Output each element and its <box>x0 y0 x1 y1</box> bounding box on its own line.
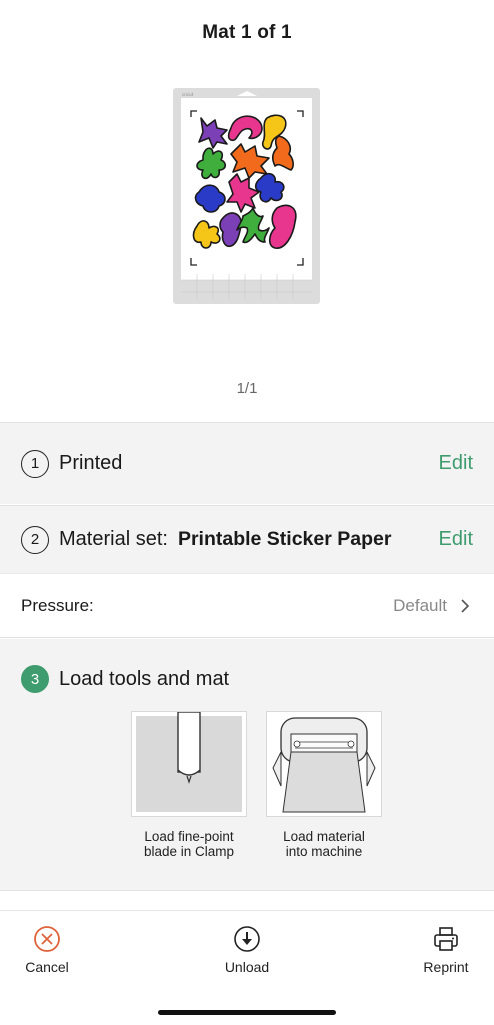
tool-card-blade: Load fine-point blade in Clamp <box>131 711 247 859</box>
reprint-button[interactable]: Reprint <box>406 925 486 975</box>
edit-material-button[interactable]: Edit <box>427 528 473 551</box>
step-printed: 1 Printed Edit <box>0 422 494 504</box>
step-load-tools: 3 Load tools and mat Load fine-point bla… <box>0 639 494 891</box>
step-number-1: 1 <box>21 449 49 478</box>
step-material-label: Material set: <box>59 528 168 550</box>
blade-icon <box>136 712 242 812</box>
machine-caption-line2: into machine <box>285 844 363 859</box>
step-load-label: Load tools and mat <box>59 667 230 690</box>
edit-printed-button[interactable]: Edit <box>427 452 473 475</box>
machine-caption: Load material into machine <box>266 829 382 859</box>
tool-card-machine: Load material into machine <box>266 711 382 859</box>
step-number-2: 2 <box>21 525 49 554</box>
unload-icon <box>234 926 260 952</box>
mat-preview[interactable]: cricut <box>173 88 320 304</box>
unload-label: Unload <box>224 959 270 975</box>
bottom-toolbar: Cancel Unload Reprint <box>0 910 494 1025</box>
unload-button[interactable]: Unload <box>207 925 287 975</box>
mat-page-indicator: 1/1 <box>236 380 258 397</box>
pressure-row[interactable]: Pressure: Default <box>0 573 494 638</box>
machine-icon <box>272 717 376 813</box>
blade-caption: Load fine-point blade in Clamp <box>131 829 247 859</box>
machine-load-image <box>266 711 382 817</box>
step-printed-label: Printed <box>59 452 123 474</box>
reprint-label: Reprint <box>423 959 469 975</box>
cancel-label: Cancel <box>25 959 69 975</box>
home-indicator <box>158 1010 336 1015</box>
blade-clamp-image <box>131 711 247 817</box>
pressure-label: Pressure: <box>21 595 94 615</box>
printer-icon <box>434 927 458 951</box>
pressure-value: Default <box>393 595 447 615</box>
blade-caption-line2: blade in Clamp <box>143 844 235 859</box>
machine-caption-line1: Load material <box>283 829 365 844</box>
step-material: 2 Material set: Printable Sticker Paper … <box>0 505 494 573</box>
cancel-icon <box>34 926 60 952</box>
page-title: Mat 1 of 1 <box>202 22 292 43</box>
cancel-button[interactable]: Cancel <box>7 925 87 975</box>
mat-brand: cricut <box>182 92 194 97</box>
step-number-3: 3 <box>21 665 49 693</box>
step-load-header: 3 Load tools and mat <box>21 665 229 693</box>
blade-caption-line1: Load fine-point <box>144 829 234 844</box>
pressure-value-group: Default <box>393 596 473 616</box>
material-name: Printable Sticker Paper <box>177 528 392 550</box>
chevron-right-icon <box>461 598 470 613</box>
mat-preview-image: cricut <box>173 88 320 304</box>
